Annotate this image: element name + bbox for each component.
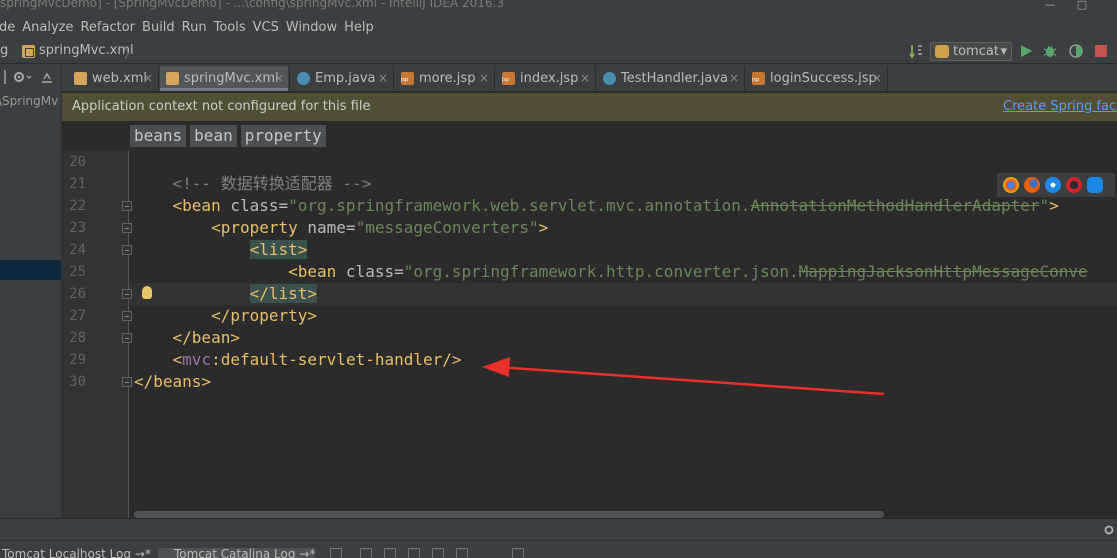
tab-separator xyxy=(494,66,495,90)
project-tree-selected-row[interactable] xyxy=(0,260,61,280)
navigation-bar: g springMvc.xml 〉 tomcat ▾ xyxy=(0,38,1117,64)
banner-message: Application context not configured for t… xyxy=(72,99,371,114)
xml-file-icon xyxy=(74,72,87,85)
panel-splitter-icon[interactable] xyxy=(4,70,8,84)
tab-separator xyxy=(289,66,290,90)
close-icon[interactable]: × xyxy=(580,66,590,91)
tab-tomcat-localhost-log[interactable]: Tomcat Localhost Log →* xyxy=(2,548,151,558)
tab-loginsuccess-jsp[interactable]: loginSuccess.jsp × xyxy=(746,66,886,91)
tab-separator xyxy=(158,66,159,90)
jsp-file-icon xyxy=(752,72,765,85)
pin-icon: →* xyxy=(299,547,316,558)
close-icon[interactable]: × xyxy=(872,66,882,91)
notification-banner: Application context not configured for t… xyxy=(62,93,1117,121)
tab-web-xml[interactable]: web.xml × xyxy=(68,66,157,91)
tab-springmvc-xml[interactable]: springMvc.xml × xyxy=(160,66,288,91)
java-class-icon xyxy=(297,72,310,85)
tab-label: web.xml xyxy=(92,71,147,86)
menu-help[interactable]: Help xyxy=(344,20,381,35)
chevron-down-icon: ▾ xyxy=(1000,44,1007,59)
annotation-arrow xyxy=(482,357,885,396)
close-icon[interactable]: × xyxy=(378,66,388,91)
close-icon[interactable]: × xyxy=(729,66,739,91)
close-icon[interactable]: × xyxy=(479,66,489,91)
menu-window[interactable]: Window xyxy=(286,20,344,35)
tool-window-header xyxy=(0,518,1117,540)
run-config-label: tomcat xyxy=(953,44,999,59)
gear-icon[interactable] xyxy=(12,69,34,85)
stop-icon[interactable] xyxy=(1093,43,1109,59)
pin-icon: →* xyxy=(134,547,151,558)
debug-icon[interactable] xyxy=(1042,43,1058,59)
horizontal-scrollbar[interactable] xyxy=(134,511,884,518)
menu-vcs[interactable]: VCS xyxy=(253,20,286,35)
menu-analyze[interactable]: Analyze xyxy=(22,20,80,35)
tab-separator xyxy=(393,66,394,90)
window-title: springMvcDemo] - [SpringMvcDemo] - ...\c… xyxy=(0,0,504,10)
close-icon[interactable]: × xyxy=(143,66,153,91)
tab-testhandler-java[interactable]: TestHandler.java × xyxy=(597,66,743,91)
java-class-icon xyxy=(603,72,616,85)
menu-bar: de Analyze Refactor Build Run Tools VCS … xyxy=(0,16,1117,38)
code-editor[interactable]: beans bean property 20 21 22 23 24 25 26… xyxy=(62,121,1117,518)
run-configuration-select[interactable]: tomcat ▾ xyxy=(930,42,1012,61)
nav-crumb-config[interactable]: g xyxy=(0,43,8,58)
project-tree-path[interactable]: \SpringMv xyxy=(0,94,58,108)
nav-crumb-separator: 〉 xyxy=(124,47,138,62)
jsp-file-icon xyxy=(502,72,515,85)
down-icon[interactable] xyxy=(384,548,396,558)
tab-label: Tomcat Catalina Log xyxy=(174,547,296,558)
xml-file-icon xyxy=(22,45,35,58)
editor-tab-bar: web.xml × springMvc.xml × Emp.java × mor… xyxy=(62,64,1117,92)
tab-label: loginSuccess.jsp xyxy=(770,71,877,86)
tab-tomcat-catalina-log[interactable]: Tomcat Catalina Log →* xyxy=(158,547,316,558)
coverage-icon[interactable] xyxy=(1068,43,1084,59)
menu-run[interactable]: Run xyxy=(182,20,214,35)
jsp-file-icon xyxy=(401,72,414,85)
run-icon[interactable] xyxy=(1018,43,1034,59)
sort-icon[interactable] xyxy=(908,43,924,59)
tab-label: more.jsp xyxy=(419,71,476,86)
nav-crumb-file[interactable]: springMvc.xml xyxy=(39,43,134,58)
filter-icon[interactable] xyxy=(432,548,444,558)
tab-emp-java[interactable]: Emp.java × xyxy=(291,66,392,91)
tab-label: Emp.java xyxy=(315,71,376,86)
tab-label: TestHandler.java xyxy=(621,71,728,86)
window-title-bar: springMvcDemo] - [SpringMvcDemo] - ...\c… xyxy=(0,0,1117,16)
menu-build[interactable]: Build xyxy=(142,20,182,35)
tomcat-icon xyxy=(935,45,949,58)
tab-label: springMvc.xml xyxy=(184,71,279,86)
menu-tools[interactable]: Tools xyxy=(214,20,253,35)
settings-icon[interactable] xyxy=(1103,524,1115,536)
tool-window-tabs: Tomcat Localhost Log →* Tomcat Catalina … xyxy=(0,540,1117,558)
tab-label: Tomcat Localhost Log xyxy=(2,547,132,558)
maximize-button[interactable]: □ xyxy=(1068,0,1096,12)
hide-panel-icon[interactable] xyxy=(40,70,54,84)
tab-separator xyxy=(887,66,888,90)
menu-code[interactable]: de xyxy=(0,20,22,35)
xml-file-icon xyxy=(166,72,179,85)
tab-index-jsp[interactable]: index.jsp × xyxy=(496,66,594,91)
create-spring-facet-link[interactable]: Create Spring facet xyxy=(1003,99,1117,114)
close-icon[interactable]: × xyxy=(274,66,284,91)
up-icon[interactable] xyxy=(360,548,372,558)
tab-separator xyxy=(744,66,745,90)
minimize-button[interactable]: — xyxy=(1036,0,1064,12)
tab-separator xyxy=(595,66,596,90)
scroll-to-end-icon[interactable] xyxy=(330,548,342,558)
tab-label: index.jsp xyxy=(520,71,579,86)
tab-more-jsp[interactable]: more.jsp × xyxy=(395,66,493,91)
print-icon[interactable] xyxy=(456,548,468,558)
menu-refactor[interactable]: Refactor xyxy=(80,20,142,35)
clear-icon[interactable] xyxy=(512,548,524,558)
soft-wrap-icon[interactable] xyxy=(408,548,420,558)
project-panel: \SpringMv xyxy=(0,64,62,518)
